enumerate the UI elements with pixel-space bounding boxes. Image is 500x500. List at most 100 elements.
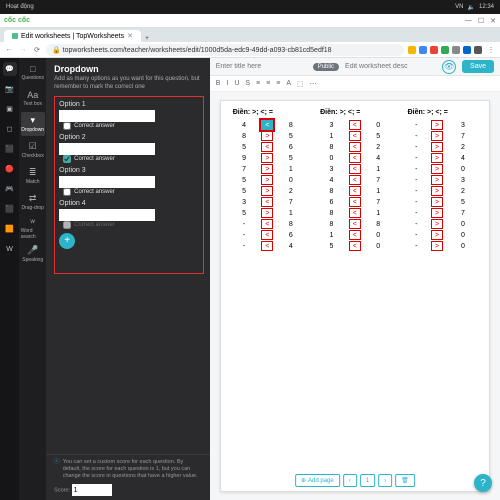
score-input[interactable]: [72, 484, 112, 496]
window-maximize-icon[interactable]: ☐: [478, 17, 484, 25]
tool-match[interactable]: ≣Match: [21, 164, 45, 188]
dropdown-cell[interactable]: >: [431, 197, 443, 207]
next-page-button[interactable]: ›: [378, 474, 392, 487]
dropdown-cell[interactable]: >: [261, 153, 273, 163]
tool-checkbox[interactable]: ☑Checkbox: [21, 138, 45, 162]
dropdown-cell[interactable]: <: [261, 120, 273, 130]
toolbar-align-center-icon[interactable]: ≡: [266, 80, 270, 87]
delete-page-button[interactable]: 🗑: [395, 474, 415, 487]
rail-item[interactable]: W: [3, 242, 17, 256]
ext-icon[interactable]: [474, 46, 482, 54]
dropdown-cell[interactable]: <: [261, 241, 273, 251]
tool-textbox[interactable]: AaText box: [21, 86, 45, 110]
dropdown-cell[interactable]: >: [431, 230, 443, 240]
rail-item[interactable]: ▣: [3, 102, 17, 116]
dropdown-cell[interactable]: <: [261, 219, 273, 229]
ext-icon[interactable]: [408, 46, 416, 54]
dropdown-cell[interactable]: >: [431, 153, 443, 163]
rail-item[interactable]: ⬛: [3, 202, 17, 216]
tool-questions[interactable]: □Questions: [21, 60, 45, 84]
tool-dragdrop[interactable]: ⇄Drag-drop: [21, 190, 45, 214]
dropdown-cell[interactable]: >: [261, 131, 273, 141]
rail-item[interactable]: 🔴: [3, 162, 17, 176]
ext-icon[interactable]: [463, 46, 471, 54]
tab-close-icon[interactable]: ✕: [127, 32, 133, 40]
worksheet-desc-input[interactable]: [345, 63, 436, 70]
add-option-button[interactable]: +: [59, 233, 75, 249]
os-sound-icon[interactable]: 🔈: [468, 4, 475, 11]
dropdown-cell[interactable]: <: [349, 142, 361, 152]
prev-page-button[interactable]: ‹: [343, 474, 357, 487]
dropdown-cell[interactable]: >: [261, 186, 273, 196]
dropdown-cell[interactable]: <: [349, 208, 361, 218]
dropdown-cell[interactable]: >: [431, 175, 443, 185]
dropdown-cell[interactable]: <: [349, 164, 361, 174]
ext-icon[interactable]: [419, 46, 427, 54]
dropdown-cell[interactable]: >: [261, 164, 273, 174]
tool-dropdown[interactable]: ▾Dropdown: [21, 112, 45, 136]
dropdown-cell[interactable]: <: [261, 197, 273, 207]
toolbar-bold-icon[interactable]: B: [216, 80, 221, 87]
tool-speaking[interactable]: 🎤Speaking: [21, 242, 45, 266]
correct-checkbox[interactable]: [63, 122, 71, 130]
dropdown-cell[interactable]: >: [261, 175, 273, 185]
dropdown-cell[interactable]: >: [431, 186, 443, 196]
dropdown-cell[interactable]: <: [349, 197, 361, 207]
dropdown-cell[interactable]: >: [431, 208, 443, 218]
toolbar-more-icon[interactable]: ⋯: [310, 80, 317, 88]
toolbar-fill-icon[interactable]: ⬚: [297, 80, 304, 88]
correct-checkbox[interactable]: [63, 155, 71, 163]
add-page-button[interactable]: ⊕ Add page: [295, 474, 340, 487]
ext-icon[interactable]: [441, 46, 449, 54]
rail-item[interactable]: 🎮: [3, 182, 17, 196]
rail-item[interactable]: ⬛: [3, 142, 17, 156]
dropdown-cell[interactable]: <: [349, 175, 361, 185]
address-input[interactable]: 🔒 topworksheets.com/teacher/worksheets/e…: [46, 44, 404, 56]
tool-wordsearch[interactable]: ʷWord search: [21, 216, 45, 240]
dropdown-cell[interactable]: >: [431, 142, 443, 152]
window-close-icon[interactable]: ✕: [490, 17, 496, 25]
dropdown-cell[interactable]: >: [431, 120, 443, 130]
ext-icon[interactable]: [452, 46, 460, 54]
toolbar-italic-icon[interactable]: I: [226, 80, 228, 87]
dropdown-cell[interactable]: >: [261, 208, 273, 218]
worksheet-title-input[interactable]: [216, 63, 307, 70]
save-button[interactable]: Save: [462, 60, 494, 73]
option-input[interactable]: [59, 176, 155, 188]
rail-item[interactable]: 🟧: [3, 222, 17, 236]
preview-icon[interactable]: 👁: [442, 60, 456, 74]
dropdown-cell[interactable]: >: [431, 241, 443, 251]
ext-icon[interactable]: [430, 46, 438, 54]
dropdown-cell[interactable]: <: [349, 131, 361, 141]
browser-menu-icon[interactable]: ⋮: [486, 46, 496, 54]
toolbar-align-left-icon[interactable]: ≡: [256, 80, 260, 87]
rail-item[interactable]: 📷: [3, 82, 17, 96]
option-input[interactable]: [59, 110, 155, 122]
dropdown-cell[interactable]: <: [261, 142, 273, 152]
option-input[interactable]: [59, 209, 155, 221]
nav-back-icon[interactable]: ←: [4, 46, 14, 53]
editor-canvas[interactable]: Điền: >; <; =4<88>55<69>57>15>05>23<75>1…: [210, 92, 500, 500]
rail-item[interactable]: 💬: [3, 62, 17, 76]
new-tab-icon[interactable]: +: [145, 35, 149, 42]
dropdown-cell[interactable]: <: [349, 219, 361, 229]
toolbar-strike-icon[interactable]: S: [245, 80, 250, 87]
option-input[interactable]: [59, 143, 155, 155]
dropdown-cell[interactable]: <: [349, 230, 361, 240]
os-activities[interactable]: Hoạt động: [6, 4, 34, 10]
dropdown-cell[interactable]: <: [349, 153, 361, 163]
dropdown-cell[interactable]: >: [431, 219, 443, 229]
help-fab-icon[interactable]: ?: [474, 474, 492, 492]
dropdown-cell[interactable]: <: [349, 120, 361, 130]
worksheet-page[interactable]: Điền: >; <; =4<88>55<69>57>15>05>23<75>1…: [220, 100, 490, 492]
dropdown-cell[interactable]: >: [431, 164, 443, 174]
window-minimize-icon[interactable]: —: [465, 17, 472, 25]
dropdown-cell[interactable]: >: [431, 131, 443, 141]
nav-reload-icon[interactable]: ⟳: [32, 46, 42, 54]
rail-item[interactable]: ◻: [3, 122, 17, 136]
dropdown-cell[interactable]: <: [349, 186, 361, 196]
toolbar-align-right-icon[interactable]: ≡: [276, 80, 280, 87]
os-lang[interactable]: VN: [455, 4, 463, 11]
browser-tab[interactable]: Edit worksheets | TopWorksheets ✕: [4, 30, 141, 42]
toolbar-color-icon[interactable]: A: [286, 80, 291, 87]
